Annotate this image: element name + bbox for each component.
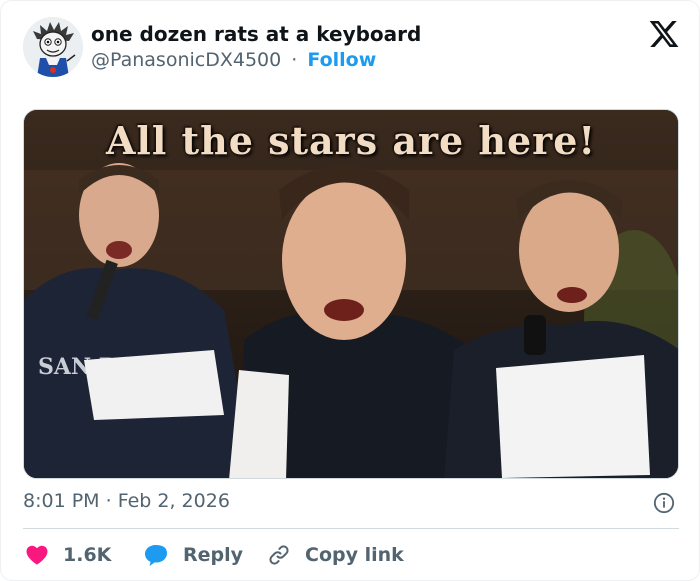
photo-collage: SAN DIEGO [24, 110, 678, 478]
author-handle[interactable]: @PanasonicDX4500 [91, 49, 281, 71]
handle-separator: · [291, 49, 298, 71]
x-logo-icon[interactable] [648, 18, 680, 50]
copy-link-label: Copy link [305, 544, 404, 566]
follow-button[interactable]: Follow [307, 49, 376, 71]
timestamp[interactable]: 8:01 PM · Feb 2, 2026 [23, 490, 230, 512]
reply-bubble-icon [145, 545, 167, 566]
media-image[interactable]: SAN DIEGO All the stars are here [23, 109, 679, 479]
timestamp-date: Feb 2, 2026 [117, 490, 230, 512]
heart-icon [26, 545, 48, 565]
author-handle-row: @PanasonicDX4500 · Follow [91, 49, 376, 71]
like-button[interactable]: 1.6K [25, 541, 111, 569]
timestamp-separator: · [105, 490, 112, 512]
info-icon[interactable] [653, 492, 675, 514]
divider [23, 528, 679, 529]
tweet-card: one dozen rats at a keyboard @PanasonicD… [0, 0, 700, 581]
timestamp-time: 8:01 PM [23, 490, 100, 512]
like-count: 1.6K [63, 544, 112, 566]
copy-link-button[interactable]: Copy link [267, 541, 404, 569]
reply-button[interactable]: Reply [143, 541, 243, 569]
avatar-cartoon-icon [23, 17, 83, 77]
avatar[interactable] [23, 17, 83, 77]
image-caption: All the stars are here! [105, 118, 597, 163]
link-icon [269, 545, 289, 565]
reply-label: Reply [183, 544, 244, 566]
author-display-name[interactable]: one dozen rats at a keyboard [91, 22, 421, 46]
